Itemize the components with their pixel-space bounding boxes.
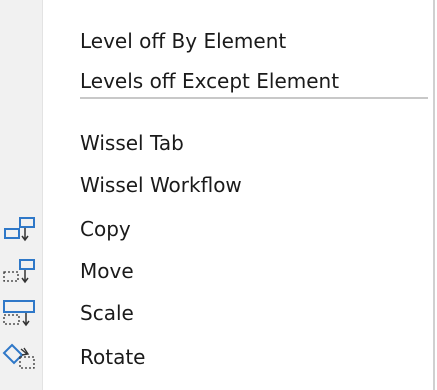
menu-item-levels-off-except-element[interactable]: Levels off Except Element	[0, 61, 432, 101]
context-menu: Level off By Element Levels off Except E…	[0, 0, 435, 390]
menu-item-wissel-workflow[interactable]: Wissel Workflow	[0, 165, 432, 205]
menu-item-label: Levels off Except Element	[80, 69, 340, 93]
menu-item-label: Copy	[80, 217, 131, 241]
menu-separator	[80, 97, 428, 99]
menu-item-move[interactable]: Move	[0, 251, 432, 291]
menu-item-label: Wissel Tab	[80, 131, 184, 155]
menu-item-label: Scale	[80, 301, 134, 325]
scale-icon	[0, 298, 42, 328]
menu-item-label: Wissel Workflow	[80, 173, 242, 197]
menu-item-rotate[interactable]: Rotate	[0, 337, 432, 377]
menu-right-border	[433, 0, 435, 390]
menu-item-level-off-by-element[interactable]: Level off By Element	[0, 21, 432, 61]
rotate-icon	[0, 342, 42, 372]
menu-item-scale[interactable]: Scale	[0, 293, 432, 333]
move-icon	[0, 256, 42, 286]
menu-item-label: Rotate	[80, 345, 146, 369]
menu-item-label: Move	[80, 259, 134, 283]
copy-icon	[0, 214, 42, 244]
menu-item-wissel-tab[interactable]: Wissel Tab	[0, 123, 432, 163]
menu-item-label: Level off By Element	[80, 29, 287, 53]
menu-item-copy[interactable]: Copy	[0, 209, 432, 249]
